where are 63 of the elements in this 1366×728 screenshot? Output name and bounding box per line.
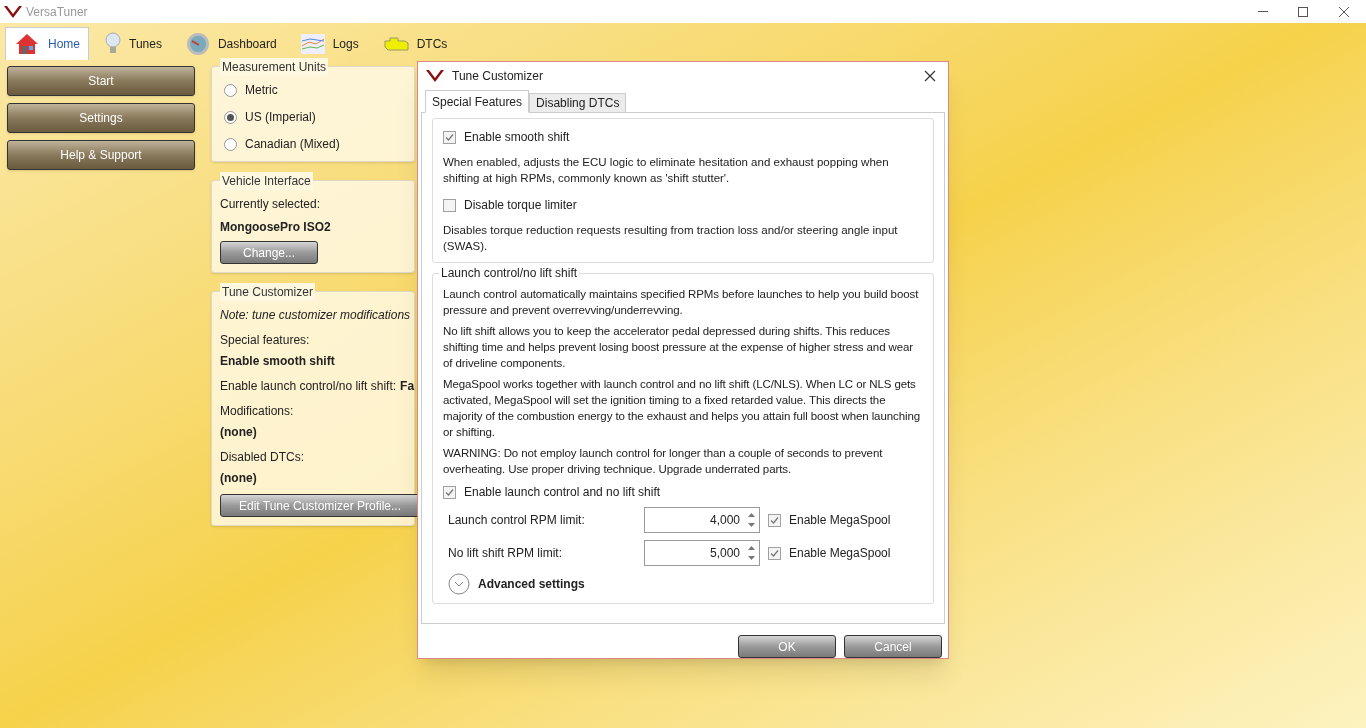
field-label: Launch control RPM limit: xyxy=(448,512,586,528)
nav-tab[interactable]: Tunes xyxy=(97,27,170,60)
window-title: VersaTuner xyxy=(26,3,88,21)
field-value: (none) xyxy=(220,470,258,487)
group-title: Vehicle Interface xyxy=(220,172,313,190)
restore-icon[interactable] xyxy=(1298,6,1308,17)
radio-button[interactable] xyxy=(224,137,237,151)
dialog-tab[interactable]: Disabling DTCs xyxy=(529,93,627,113)
field-label: No lift shift RPM limit: xyxy=(448,545,563,561)
spin-arrows-icon[interactable] xyxy=(748,545,755,561)
feature-description: Disables torque reduction requests resulting from traction loss and/or steering angle input (SWAS). xyxy=(443,223,899,254)
group-title: Tune Customizer xyxy=(220,283,315,301)
dialog-tab[interactable]: Special Features xyxy=(425,90,530,113)
chevron-circle-icon xyxy=(448,573,470,595)
nav-tab[interactable]: DTCs xyxy=(374,27,456,60)
checkbox-label: Disable torque limiter xyxy=(464,197,577,213)
logo-icon xyxy=(426,70,444,82)
lightbulb-icon xyxy=(105,31,121,56)
checkbox-label: Enable MegaSpool xyxy=(789,512,891,528)
checkbox[interactable] xyxy=(443,130,456,144)
checkbox-label: Enable MegaSpool xyxy=(789,545,891,561)
radio-button[interactable] xyxy=(224,110,237,124)
engine-icon xyxy=(382,34,409,53)
close-icon[interactable] xyxy=(1338,5,1350,18)
checkbox[interactable] xyxy=(768,546,781,560)
checkbox[interactable] xyxy=(443,198,456,212)
field-label: Modifications: xyxy=(220,403,295,420)
advanced-settings-toggle[interactable]: Advanced settings xyxy=(443,573,923,595)
info-paragraph: MegaSpool works together with launch control and no lift shift (LC/NLS). When LC or NLS gets activated, MegaSpool will set the ignition timing to a fixed retarded value. This directs the majority of the combustion energy to the exhaust and helps you attain full boost when launching or shifting. xyxy=(443,377,921,440)
info-paragraph: Launch control automatically maintains specified RPMs before launches to help you build boost pressure and prevent overrevving/underrevving. xyxy=(443,287,920,318)
checkbox-label: Enable smooth shift xyxy=(464,129,570,145)
gauge-icon xyxy=(185,31,210,56)
nav-tab[interactable]: Home xyxy=(5,27,89,60)
rpm-spin-box[interactable]: 4,000 xyxy=(644,507,760,533)
close-icon[interactable] xyxy=(924,70,936,82)
checkbox[interactable] xyxy=(443,485,456,499)
line-chart-icon xyxy=(300,33,325,54)
spin-arrows-icon[interactable] xyxy=(748,512,755,528)
logo-icon xyxy=(4,5,22,18)
group-title: Measurement Units xyxy=(220,58,329,76)
radio-label: Canadian (Mixed) xyxy=(245,136,340,153)
radio-label: US (Imperial) xyxy=(245,109,316,126)
house-icon xyxy=(14,32,40,56)
checkbox-label: Enable launch control and no lift shift xyxy=(464,484,661,500)
field-value: Enable smooth shift xyxy=(220,353,336,370)
field-label: Enable launch control/no lift shift: xyxy=(220,378,397,395)
radio-label: Metric xyxy=(245,82,278,99)
info-paragraph: WARNING: Do not employ launch control for longer than a couple of seconds to prevent overheating. Use proper driving technique. Upgrade underrated parts. xyxy=(443,446,884,477)
side-menu-button[interactable]: Settings xyxy=(7,103,195,133)
side-menu-button[interactable]: Help & Support xyxy=(7,140,195,170)
rpm-spin-box[interactable]: 5,000 xyxy=(644,540,760,566)
field-label: Disabled DTCs: xyxy=(220,449,306,466)
field-value: Fa xyxy=(400,378,415,395)
field-label: Special features: xyxy=(220,332,311,349)
side-menu-button[interactable]: Start xyxy=(7,66,195,96)
checkbox[interactable] xyxy=(768,513,781,527)
feature-description: When enabled, adjusts the ECU logic to eliminate hesitation and exhaust popping when shifting at high RPMs, commonly known as 'shift stutter'. xyxy=(443,155,890,186)
radio-button[interactable] xyxy=(224,83,237,97)
interface-name: MongoosePro ISO2 xyxy=(220,219,332,236)
info-paragraph: No lift shift allows you to keep the accelerator pedal depressed during shifts. This reduces shifting time and helps prevent losing boost pressure at the expense of higher stress and wear of driveline components. xyxy=(443,324,915,371)
field-label: Currently selected: xyxy=(220,196,322,213)
dialog-title: Tune Customizer xyxy=(452,68,543,85)
field-value: (none) xyxy=(220,424,258,441)
